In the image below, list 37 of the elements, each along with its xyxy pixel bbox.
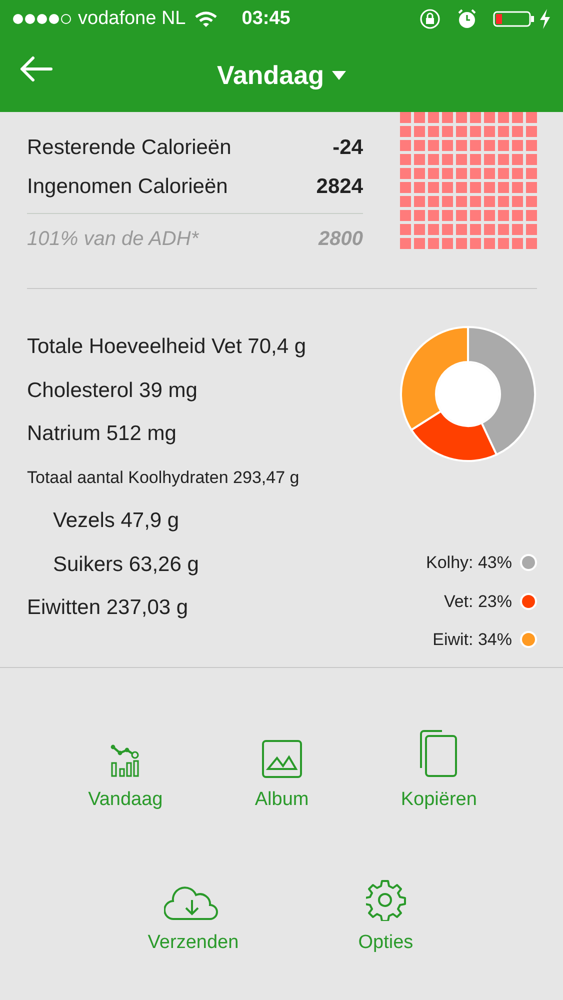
caret-icon [332, 70, 346, 80]
calorie-label: Ingenomen Calorieën [27, 174, 228, 200]
nutrient-text: Suikers 63,26 g [52, 552, 200, 578]
image-icon [262, 740, 302, 778]
back-icon[interactable] [19, 56, 53, 82]
nutrient-text: Natrium 512 mg [27, 421, 178, 447]
battery-icon [493, 10, 535, 28]
action-button[interactable]: Opties [358, 870, 414, 957]
goal-label: 101% van de ADH* [27, 227, 199, 252]
donut-hole [437, 363, 499, 425]
title-dropdown[interactable]: Vandaag [217, 56, 346, 94]
nutrient-text: Cholesterol 39 mg [27, 378, 198, 404]
rotation-lock-icon [419, 8, 441, 30]
copy-icon [418, 730, 459, 778]
chart-icon [110, 744, 140, 778]
calorie-value: -24 [332, 134, 363, 161]
nutrient-text: Totaal aantal Koolhydraten 293,47 g [27, 466, 300, 488]
action-button[interactable]: Verzenden [148, 870, 239, 957]
settings-icon [366, 878, 406, 920]
legend-label: Eiwit: 34% [432, 629, 512, 651]
carrier-name: vodafone NL [78, 6, 186, 31]
alarm-icon [457, 9, 477, 29]
action-button[interactable]: Album [254, 728, 309, 814]
legend-label: Kolhy: 43% [426, 552, 512, 574]
calorie-label: Resterende Calorieën [27, 134, 232, 161]
nutrient-text: Eiwitten 237,03 g [27, 595, 190, 621]
calorie-value: 2824 [316, 174, 363, 200]
clock-time: 03:45 [242, 6, 290, 31]
nutrient-text: Vezels 47,9 g [52, 508, 180, 534]
action-button[interactable]: Vandaag [88, 728, 163, 814]
legend-label: Vet: 23% [444, 590, 512, 612]
nutrient-text: Totale Hoeveelheid Vet 70,4 g [27, 334, 306, 360]
wifi-icon [194, 10, 218, 28]
goal-value: 2800 [318, 227, 363, 252]
charging-icon [539, 9, 551, 29]
action-button[interactable]: Kopiëren [400, 728, 477, 814]
signal-icon [12, 11, 74, 27]
